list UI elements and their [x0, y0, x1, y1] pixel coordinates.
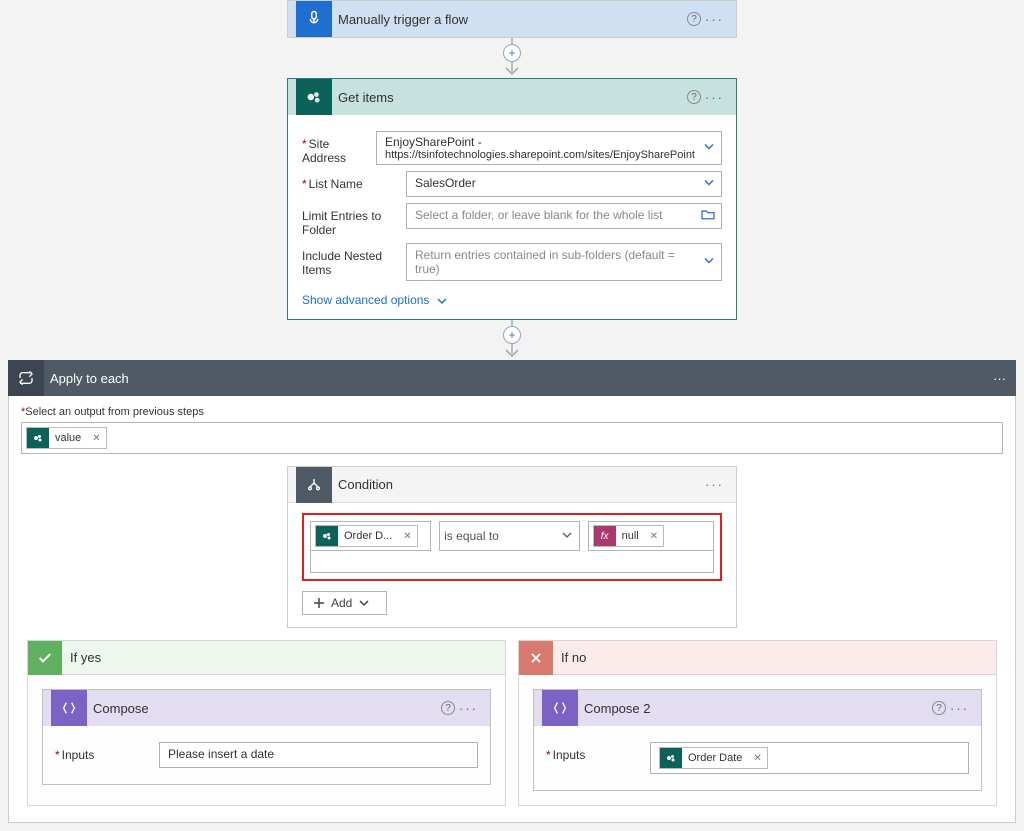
compose-icon [542, 690, 578, 726]
sharepoint-icon [27, 428, 49, 448]
token-order-date[interactable]: Order Date ✕ [659, 747, 768, 769]
get-items-card[interactable]: Get items ? ··· *Site Address EnjoyShare… [287, 78, 737, 320]
compose-2-card[interactable]: Compose 2 ? ··· *Inputs [533, 689, 982, 791]
help-icon[interactable]: ? [441, 701, 455, 715]
compose-input[interactable]: Please insert a date [159, 742, 478, 768]
connector: + [8, 320, 1016, 360]
if-no-branch: If no Compose 2 ? ··· [518, 640, 997, 806]
help-icon[interactable]: ? [932, 701, 946, 715]
token-value[interactable]: value ✕ [26, 427, 107, 449]
condition-title: Condition [332, 477, 701, 492]
condition-icon [296, 467, 332, 503]
limit-label: Limit Entries to Folder [302, 203, 406, 237]
close-icon [519, 641, 553, 675]
more-button[interactable]: ··· [701, 90, 728, 105]
help-icon[interactable]: ? [687, 12, 701, 26]
token-order-date[interactable]: Order D... ✕ [315, 525, 418, 547]
token-remove-icon[interactable]: ✕ [398, 531, 416, 542]
insert-step-button[interactable]: + [503, 326, 521, 344]
trigger-title: Manually trigger a flow [332, 12, 687, 27]
token-remove-icon[interactable]: ✕ [645, 531, 663, 542]
condition-card[interactable]: Condition ··· Order D... ✕ [287, 466, 737, 628]
trigger-icon [296, 1, 332, 37]
if-yes-branch: If yes Compose ? ··· [27, 640, 506, 806]
select-output-input[interactable]: value ✕ [21, 422, 1003, 454]
trigger-card[interactable]: Manually trigger a flow ? ··· [287, 0, 737, 38]
fx-icon: fx [594, 526, 616, 546]
limit-placeholder: Select a folder, or leave blank for the … [415, 208, 662, 222]
site-address-line2: https://tsinfotechnologies.sharepoint.co… [385, 149, 695, 161]
loop-icon [8, 360, 44, 396]
condition-right-input[interactable]: fx null ✕ [588, 521, 714, 551]
compose-2-title: Compose 2 [578, 701, 932, 716]
sharepoint-icon [296, 79, 332, 115]
inputs-label: *Inputs [546, 742, 650, 762]
insert-step-button[interactable]: + [503, 44, 521, 62]
chevron-down-icon[interactable] [703, 141, 715, 156]
site-address-line1: EnjoySharePoint - [385, 135, 695, 149]
chevron-down-icon [561, 529, 573, 544]
token-null[interactable]: fx null ✕ [593, 525, 665, 547]
compose-2-input[interactable]: Order Date ✕ [650, 742, 969, 774]
help-icon[interactable]: ? [687, 90, 701, 104]
list-name-value: SalesOrder [415, 176, 476, 190]
inputs-label: *Inputs [55, 742, 159, 762]
folder-picker-icon[interactable] [701, 209, 715, 224]
site-address-input[interactable]: EnjoySharePoint - https://tsinfotechnolo… [376, 131, 722, 165]
show-advanced-link[interactable]: Show advanced options [302, 287, 722, 307]
token-remove-icon[interactable]: ✕ [87, 433, 105, 444]
if-yes-label: If yes [62, 650, 101, 665]
apply-to-each-card[interactable]: Apply to each ··· *Select an output from… [8, 360, 1016, 823]
site-address-label: *Site Address [302, 131, 376, 165]
nested-input[interactable]: Return entries contained in sub-folders … [406, 243, 722, 281]
nested-label: Include Nested Items [302, 243, 406, 277]
more-button[interactable]: ··· [993, 371, 1006, 386]
token-remove-icon[interactable]: ✕ [748, 753, 766, 764]
condition-operator-select[interactable]: is equal to [439, 521, 579, 551]
compose-title: Compose [87, 701, 441, 716]
list-name-label: *List Name [302, 171, 406, 191]
if-no-label: If no [553, 650, 586, 665]
chevron-down-icon[interactable] [703, 177, 715, 192]
connector: + [8, 38, 1016, 78]
compose-icon [51, 690, 87, 726]
chevron-down-icon[interactable] [703, 255, 715, 270]
apply-title: Apply to each [44, 371, 993, 386]
check-icon [28, 641, 62, 675]
nested-placeholder: Return entries contained in sub-folders … [415, 248, 675, 276]
more-button[interactable]: ··· [455, 701, 482, 716]
select-output-label: *Select an output from previous steps [21, 406, 1003, 418]
condition-left-input[interactable]: Order D... ✕ [310, 521, 431, 551]
more-button[interactable]: ··· [701, 12, 728, 27]
highlight-box: Order D... ✕ is equal to fx [302, 513, 722, 581]
more-button[interactable]: ··· [701, 477, 728, 492]
sharepoint-icon [660, 748, 682, 768]
condition-left-extra[interactable] [310, 551, 714, 573]
limit-input[interactable]: Select a folder, or leave blank for the … [406, 203, 722, 229]
add-condition-button[interactable]: Add [302, 591, 387, 615]
sharepoint-icon [316, 526, 338, 546]
more-button[interactable]: ··· [946, 701, 973, 716]
get-items-title: Get items [332, 90, 687, 105]
list-name-input[interactable]: SalesOrder [406, 171, 722, 197]
compose-card[interactable]: Compose ? ··· *Inputs Please insert a da… [42, 689, 491, 785]
compose-input-value: Please insert a date [168, 747, 274, 761]
